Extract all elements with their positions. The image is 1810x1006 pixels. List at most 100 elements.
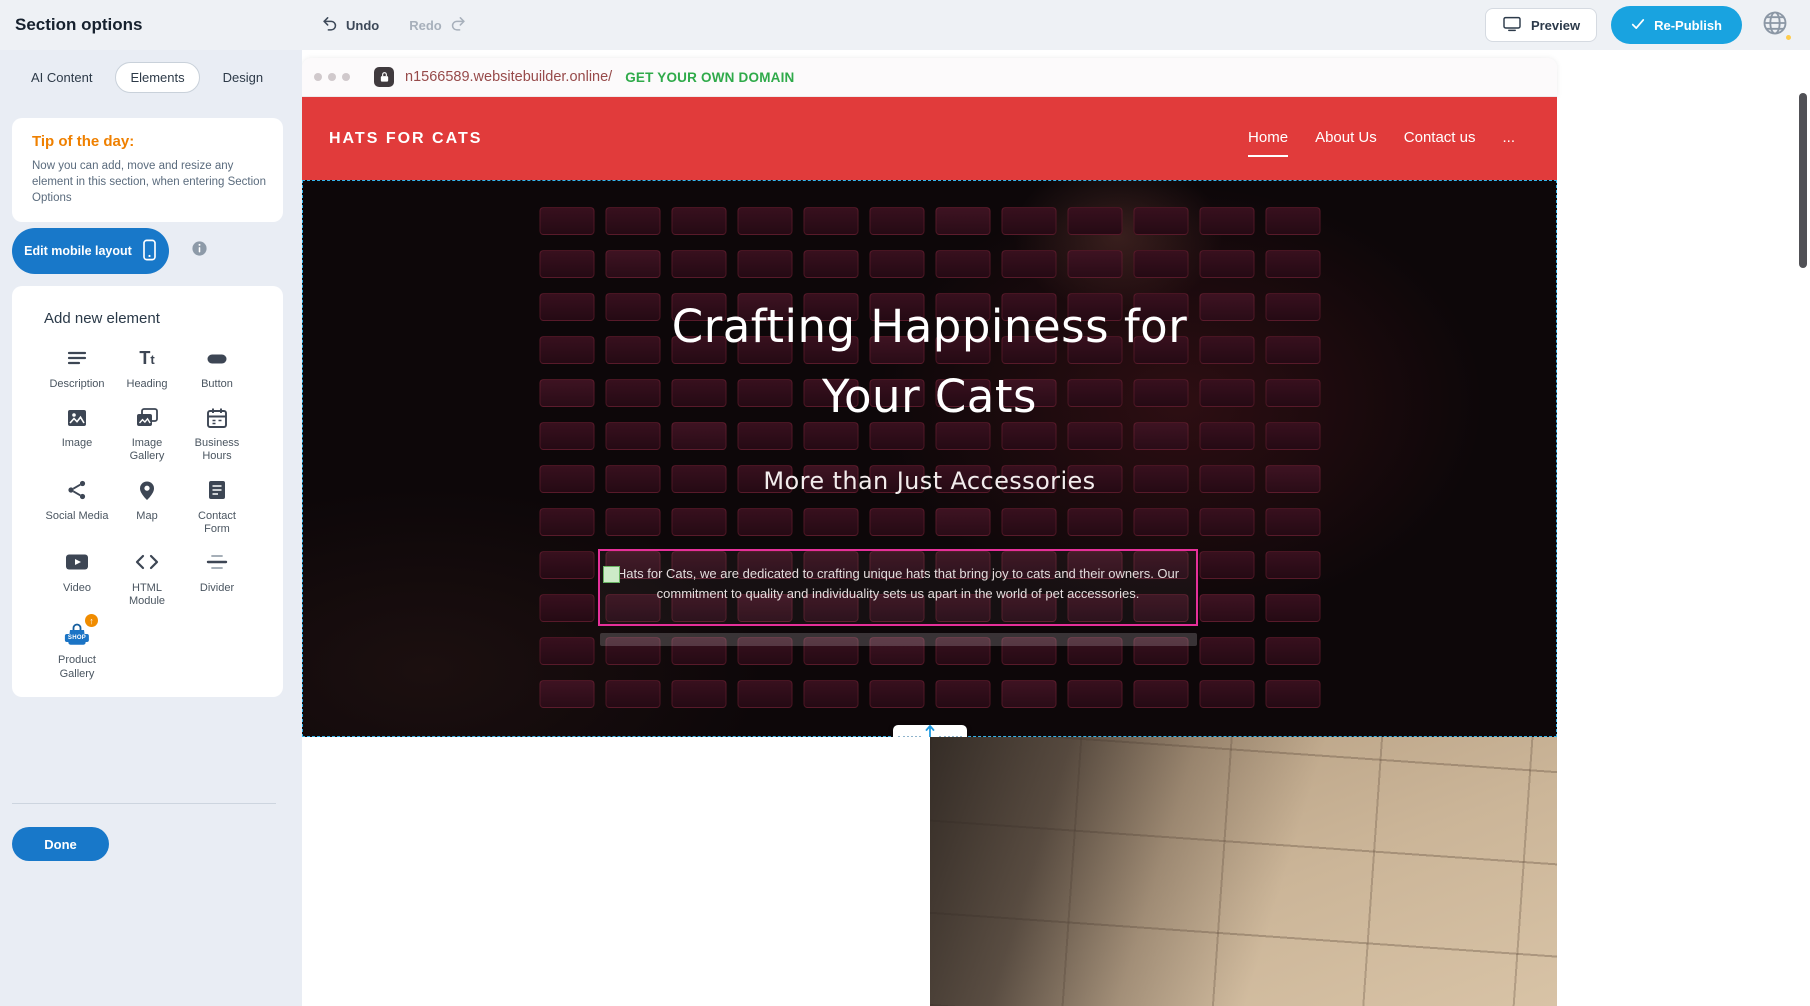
hero-tile [1265, 680, 1320, 708]
tab-ai-content[interactable]: AI Content [16, 62, 107, 93]
tip-card: Tip of the day: Now you can add, move an… [12, 118, 283, 222]
hero-tile [803, 680, 858, 708]
hero-tile [1067, 250, 1122, 278]
tip-body: Now you can add, move and resize any ele… [32, 158, 266, 206]
browser-chrome: n1566589.websitebuilder.online/ GET YOUR… [302, 58, 1557, 97]
add-element-contact-form[interactable]: Contact Form [182, 477, 252, 536]
add-element-divider[interactable]: Divider [182, 549, 252, 608]
section-resize-handle[interactable] [893, 725, 967, 737]
topbar: Section options Undo Redo Preview Re-Pub… [0, 0, 1810, 50]
hero-tile [1265, 250, 1320, 278]
hero-tile [803, 207, 858, 235]
window-dot [342, 73, 350, 81]
info-icon[interactable] [191, 240, 208, 262]
hero-tile [737, 680, 792, 708]
nav-home[interactable]: Home [1248, 129, 1288, 148]
upgrade-badge-icon: ↑ [85, 614, 98, 627]
hero-tile [605, 207, 660, 235]
tab-elements[interactable]: Elements [115, 62, 199, 93]
undo-label: Undo [346, 18, 379, 33]
monitor-icon [1502, 16, 1522, 35]
hero-tile [671, 508, 726, 536]
add-element-button[interactable]: Button [182, 345, 252, 391]
republish-button[interactable]: Re-Publish [1611, 6, 1742, 44]
hero-tile [1265, 207, 1320, 235]
edit-mobile-layout-button[interactable]: Edit mobile layout [12, 228, 169, 274]
add-element-panel: Add new element Description Tt Heading B… [12, 286, 283, 697]
add-element-title: Add new element [12, 310, 283, 327]
app-root: Section options Undo Redo Preview Re-Pub… [0, 0, 1810, 1006]
element-placeholder-strip [600, 633, 1197, 646]
button-icon [205, 345, 229, 372]
hero-tile [1199, 508, 1254, 536]
element-resize-handle[interactable] [603, 566, 620, 583]
hero-heading[interactable]: Crafting Happiness for Your Cats [302, 292, 1557, 432]
hero-tile [539, 637, 594, 665]
add-element-grid: Description Tt Heading Button Image Imag… [12, 327, 283, 681]
video-icon [64, 549, 90, 576]
sidebar-divider [12, 803, 276, 804]
add-element-html-module[interactable]: HTML Module [112, 549, 182, 608]
hero-tile [1001, 508, 1056, 536]
scrollbar-thumb[interactable] [1799, 93, 1807, 268]
redo-icon [449, 15, 466, 35]
redo-label: Redo [409, 18, 442, 33]
redo-button[interactable]: Redo [409, 15, 466, 35]
edit-mobile-label: Edit mobile layout [24, 244, 132, 258]
page-title: Section options [0, 15, 300, 35]
shop-label: SHOP [65, 634, 89, 642]
done-button[interactable]: Done [12, 827, 109, 861]
element-label: Divider [185, 582, 249, 595]
nav-more[interactable]: ... [1502, 129, 1515, 148]
heading-icon: Tt [139, 345, 154, 372]
sidebar-tabs: AI Content Elements Design [16, 62, 278, 93]
tab-design[interactable]: Design [208, 62, 278, 93]
element-label: Image [45, 437, 109, 450]
hero-tile [1199, 594, 1254, 622]
hero-tile [935, 207, 990, 235]
hero-tile [803, 250, 858, 278]
get-domain-link[interactable]: GET YOUR OWN DOMAIN [625, 70, 794, 85]
nav-about-us[interactable]: About Us [1315, 129, 1377, 148]
element-label: Image Gallery [115, 437, 179, 463]
business-hours-icon [205, 404, 229, 431]
add-element-product-gallery[interactable]: SHOP ↑ Product Gallery [42, 621, 112, 680]
dotted-line [939, 736, 962, 738]
undo-button[interactable]: Undo [322, 15, 379, 35]
sidebar: AI Content Elements Design Tip of the da… [0, 50, 302, 1006]
republish-label: Re-Publish [1654, 18, 1722, 33]
undo-icon [322, 15, 339, 35]
check-icon [1631, 18, 1645, 33]
element-label: Contact Form [185, 510, 249, 536]
site-logo[interactable]: HATS FOR CATS [329, 130, 482, 148]
resize-arrows-icon [921, 724, 939, 738]
element-label: Button [185, 378, 249, 391]
next-section-blank [302, 737, 930, 1006]
add-element-business-hours[interactable]: Business Hours [182, 404, 252, 463]
hero-paragraph: Hats for Cats, we are dedicated to craft… [600, 551, 1196, 604]
hero-tile [605, 250, 660, 278]
add-element-map[interactable]: Map [112, 477, 182, 536]
hero-subheading[interactable]: More than Just Accessories [302, 467, 1557, 495]
add-element-video[interactable]: Video [42, 549, 112, 608]
product-gallery-icon: SHOP ↑ [64, 621, 90, 648]
hero-tile [935, 508, 990, 536]
add-element-description[interactable]: Description [42, 345, 112, 391]
add-element-image-gallery[interactable]: Image Gallery [112, 404, 182, 463]
hero-section[interactable]: Crafting Happiness for Your Cats More th… [302, 180, 1557, 737]
hero-tile [1067, 207, 1122, 235]
nav-contact-us[interactable]: Contact us [1404, 129, 1476, 148]
hero-tile [737, 207, 792, 235]
preview-button[interactable]: Preview [1485, 8, 1597, 42]
language-button[interactable] [1756, 6, 1794, 44]
hero-tile [737, 250, 792, 278]
add-element-image[interactable]: Image [42, 404, 112, 463]
add-element-social-media[interactable]: Social Media [42, 477, 112, 536]
add-element-heading[interactable]: Tt Heading [112, 345, 182, 391]
description-icon [65, 345, 89, 372]
hero-tile [1265, 508, 1320, 536]
hero-tile [1001, 207, 1056, 235]
element-label: Product Gallery [45, 654, 109, 680]
selected-text-element[interactable]: Hats for Cats, we are dedicated to craft… [598, 549, 1198, 626]
hero-tile [539, 207, 594, 235]
